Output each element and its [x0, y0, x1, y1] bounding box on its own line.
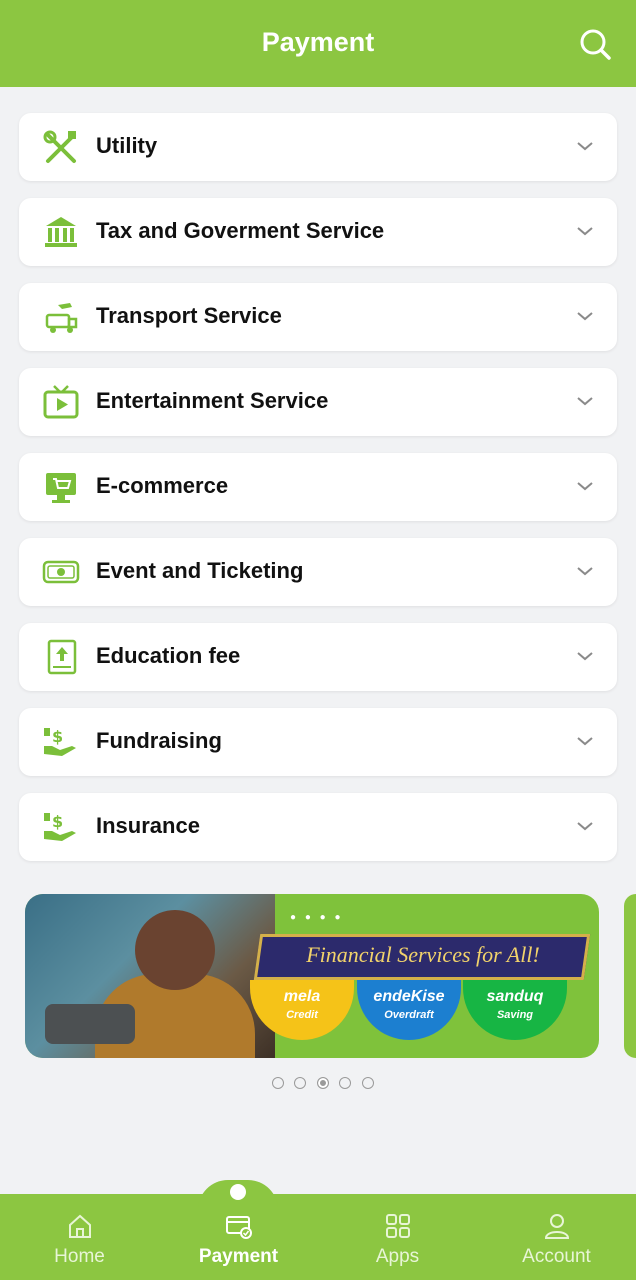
apps-grid-icon — [386, 1214, 410, 1238]
banner-decoration: ● ● ● ● — [290, 912, 344, 923]
svg-text:$: $ — [52, 727, 63, 746]
government-building-icon — [45, 217, 77, 247]
pager-dot-active[interactable] — [316, 1077, 329, 1089]
hand-money-icon: $ — [44, 727, 76, 756]
payment-card-icon — [226, 1216, 252, 1239]
transport-icon — [45, 303, 78, 333]
category-label: Utility — [96, 133, 158, 158]
category-transport[interactable]: Transport Service — [19, 283, 617, 351]
bottom-nav: Home Payment Apps Account — [0, 1180, 636, 1280]
category-label: Entertainment Service — [96, 388, 329, 413]
category-label: Tax and Goverment Service — [96, 218, 385, 243]
page-title: Payment — [261, 27, 375, 57]
chevron-down-icon — [577, 737, 593, 746]
app-header: Payment — [0, 0, 636, 87]
education-book-icon — [47, 639, 77, 675]
category-tax-government[interactable]: Tax and Goverment Service — [19, 198, 617, 266]
tools-icon — [43, 130, 76, 163]
tab-account[interactable]: Account — [477, 1194, 636, 1280]
category-label: Event and Ticketing — [96, 558, 304, 583]
chevron-down-icon — [577, 567, 593, 576]
chevron-down-icon — [577, 312, 593, 321]
home-icon — [69, 1214, 91, 1238]
category-fundraising[interactable]: $ Fundraising — [19, 708, 617, 776]
category-insurance[interactable]: $ Insurance — [19, 793, 617, 861]
tab-apps[interactable]: Apps — [318, 1194, 477, 1280]
account-user-icon — [544, 1214, 570, 1239]
chevron-down-icon — [577, 227, 593, 236]
category-label: Education fee — [96, 643, 241, 668]
shopping-cart-monitor-icon — [46, 473, 76, 503]
hand-money-icon: $ — [44, 812, 76, 841]
chevron-down-icon — [577, 652, 593, 661]
chevron-down-icon — [577, 142, 593, 151]
category-label: Fundraising — [96, 728, 222, 753]
category-list: Utility Tax and Goverment Service Transp… — [19, 113, 617, 878]
category-label: Insurance — [96, 813, 200, 838]
pager-dot[interactable] — [339, 1077, 352, 1089]
pager-dot[interactable] — [361, 1077, 374, 1089]
product-endekise: endeKise Overdraft — [357, 980, 461, 1040]
category-event-ticketing[interactable]: Event and Ticketing — [19, 538, 617, 606]
pager-dot[interactable] — [272, 1077, 284, 1089]
banner-photo — [25, 894, 275, 1058]
tab-payment[interactable]: Payment — [159, 1194, 318, 1280]
category-entertainment[interactable]: Entertainment Service — [19, 368, 617, 436]
chevron-down-icon — [577, 482, 593, 491]
pager-dot[interactable] — [294, 1077, 307, 1089]
chevron-down-icon — [577, 397, 593, 406]
next-banner-peek[interactable] — [624, 894, 636, 1058]
tab-home[interactable]: Home — [0, 1194, 159, 1280]
promo-banner[interactable]: ● ● ● ● Financial Services for All! mela… — [25, 894, 599, 1058]
category-label: E-commerce — [96, 473, 229, 498]
category-label: Transport Service — [96, 303, 282, 328]
category-ecommerce[interactable]: E-commerce — [19, 453, 617, 521]
category-utility[interactable]: Utility — [19, 113, 617, 181]
chevron-down-icon — [577, 822, 593, 831]
ticket-icon — [42, 560, 80, 584]
tv-icon — [43, 385, 79, 419]
banner-headline: Financial Services for All! — [306, 942, 540, 967]
category-education-fee[interactable]: Education fee — [19, 623, 617, 691]
svg-text:$: $ — [52, 812, 63, 831]
product-sanduq: sanduq Saving — [463, 980, 567, 1040]
carousel-pager — [272, 1076, 380, 1090]
search-icon[interactable] — [578, 27, 612, 61]
